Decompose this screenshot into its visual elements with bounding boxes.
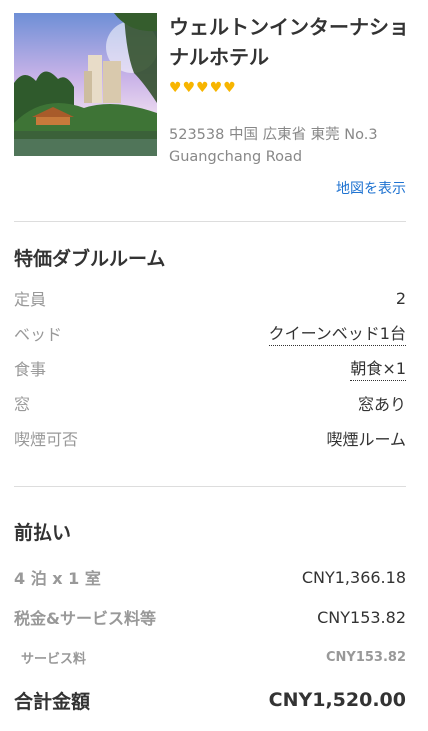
price-sub-row: サービス料 CNY153.82: [14, 645, 406, 669]
smoking-value: 喫煙ルーム: [326, 430, 406, 449]
meal-label: 食事: [14, 360, 47, 379]
nights-label: 4 泊 x 1 室: [14, 569, 101, 588]
room-detail-row: ベッド クイーンベッド1台: [14, 320, 406, 346]
total-row: 合計金額 CNY1,520.00: [14, 688, 406, 713]
payment-title: 前払い: [14, 522, 72, 544]
capacity-label: 定員: [14, 290, 47, 309]
meal-value[interactable]: 朝食×1: [350, 355, 406, 381]
room-title: 特価ダブルルーム: [14, 248, 166, 270]
total-label: 合計金額: [14, 690, 91, 713]
room-detail-row: 窓 窓あり: [14, 391, 406, 415]
capacity-value: 2: [395, 288, 406, 308]
divider: [14, 221, 406, 222]
service-fee-label: サービス料: [21, 651, 87, 667]
bed-value[interactable]: クイーンベッド1台: [268, 320, 406, 346]
hotel-name: ウェルトンインターナショナルホテル: [169, 15, 409, 69]
service-fee-value: CNY153.82: [326, 649, 406, 665]
total-value: CNY1,520.00: [268, 689, 406, 711]
divider: [14, 486, 406, 487]
room-detail-row: 定員 2: [14, 286, 406, 310]
nights-value: CNY1,366.18: [301, 567, 406, 587]
star-icon: ♥: [169, 80, 182, 96]
star-icon: ♥: [196, 80, 209, 96]
tax-label: 税金&サービス料等: [14, 609, 156, 628]
smoking-label: 喫煙可否: [14, 430, 79, 449]
hotel-photo[interactable]: [14, 13, 157, 156]
show-map-link[interactable]: 地図を表示: [336, 178, 406, 198]
star-icon: ♥: [223, 80, 236, 96]
room-detail-row: 食事 朝食×1: [14, 355, 406, 381]
room-detail-row: 喫煙可否 喫煙ルーム: [14, 426, 406, 450]
star-icon: ♥: [182, 80, 196, 96]
star-icon: ♥: [209, 80, 223, 96]
bed-label: ベッド: [14, 325, 63, 344]
star-rating: ♥ ♥ ♥ ♥ ♥: [169, 81, 236, 95]
price-row: 4 泊 x 1 室 CNY1,366.18: [14, 565, 406, 589]
tax-value: CNY153.82: [317, 607, 406, 627]
hotel-address: 523538 中国 広東省 東莞 No.3 Guangchang Road: [169, 127, 378, 165]
price-row: 税金&サービス料等 CNY153.82: [14, 605, 406, 629]
window-value: 窓あり: [357, 395, 406, 414]
window-label: 窓: [14, 395, 31, 414]
